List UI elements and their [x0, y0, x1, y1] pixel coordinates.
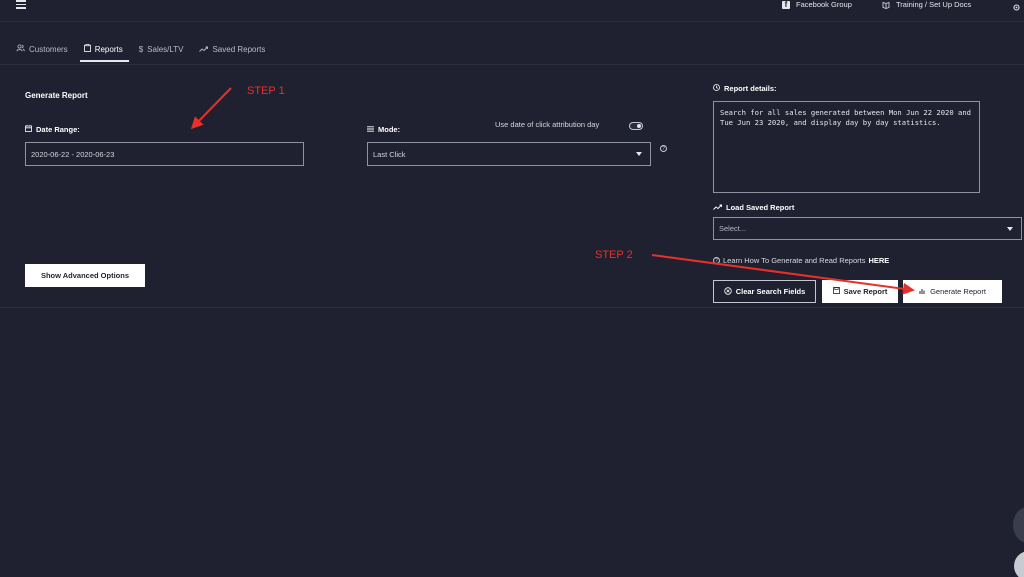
step2-arrow	[651, 254, 915, 295]
annotation-arrows	[190, 87, 915, 295]
step1-arrow	[190, 87, 232, 130]
